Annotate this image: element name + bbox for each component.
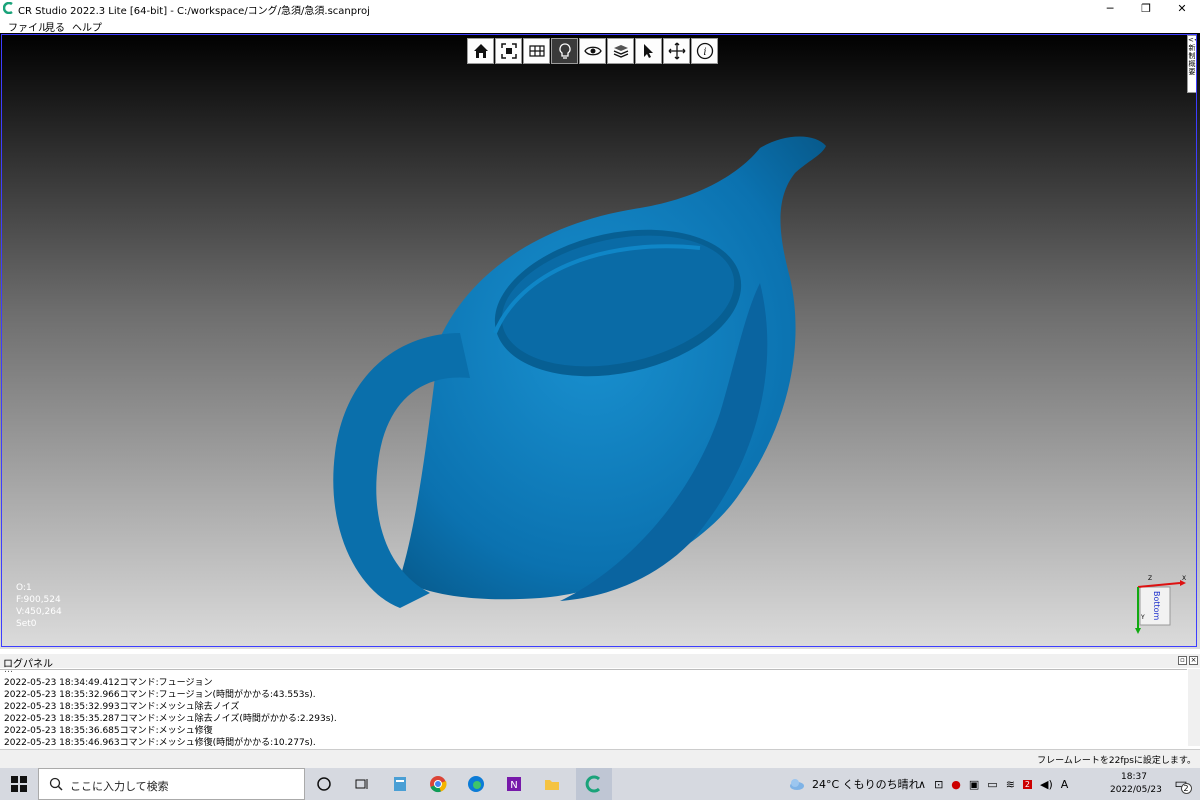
visibility-button[interactable] xyxy=(579,38,606,64)
eye-icon xyxy=(583,46,602,56)
select-cursor-icon xyxy=(643,44,653,58)
axis-x-label: X xyxy=(1182,575,1186,582)
menu-bar: ファイル 見る ヘルプ xyxy=(0,18,1200,34)
minimize-button[interactable]: ─ xyxy=(1092,0,1128,18)
ime-indicator[interactable]: A xyxy=(1061,778,1069,791)
edge-icon xyxy=(468,776,484,792)
mesh-stats: O:1 F:900,524 V:450,264 Set0 xyxy=(16,582,62,630)
start-button[interactable] xyxy=(0,768,38,800)
taskbar-app-onenote[interactable]: N xyxy=(496,768,532,800)
stat-objects: O:1 xyxy=(16,583,32,593)
battery-icon[interactable]: ▭ xyxy=(987,778,997,791)
weather-widget[interactable]: 24°C くもりのち晴れ xyxy=(788,768,920,800)
stat-set: Set0 xyxy=(16,619,37,629)
folder-icon xyxy=(545,780,559,790)
task-view-button[interactable] xyxy=(306,768,342,800)
taskbar-app-cr-studio[interactable] xyxy=(576,768,612,800)
menu-help[interactable]: ヘルプ xyxy=(72,19,102,34)
log-float-button[interactable]: ▫ xyxy=(1178,656,1187,665)
clock[interactable]: 18:37 2022/05/23 xyxy=(1110,771,1162,797)
app-badge-icon[interactable]: 2 xyxy=(1022,779,1033,789)
show-hidden-icons-chevron-icon[interactable]: ∧ xyxy=(918,778,926,791)
restore-icon: ❐ xyxy=(1141,2,1151,15)
log-line: 2022-05-23 18:35:46.963コマンド:メッシュ修復(時間がかか… xyxy=(4,738,316,747)
wifi-icon[interactable]: ≋ xyxy=(1006,778,1015,791)
weather-text: 24°C くもりのち晴れ xyxy=(812,778,920,791)
windows-taskbar: ここに入力して検索 N 24°C くもりのち晴れ ∧ ⊡ ● ▣ ▭ ≋ 2 ◀… xyxy=(0,768,1200,800)
grid-view-button[interactable] xyxy=(523,38,550,64)
notification-center-button[interactable]: ▭ 2 xyxy=(1166,768,1196,800)
menu-view[interactable]: 見る xyxy=(45,19,65,34)
3d-viewport[interactable]: i << 新 制 概 要 O:1 F:900,524 V:450,264 Set… xyxy=(0,33,1200,649)
svg-text:N: N xyxy=(510,780,517,791)
view-toolbar: i xyxy=(467,38,718,64)
task-view-toggle[interactable] xyxy=(344,768,380,800)
close-button[interactable]: ✕ xyxy=(1164,0,1200,18)
layers-icon xyxy=(613,45,628,58)
lighting-button[interactable] xyxy=(551,38,578,64)
home-button[interactable] xyxy=(467,38,494,64)
onenote-icon: N xyxy=(507,777,521,791)
cortana-circle-icon xyxy=(317,777,331,791)
orientation-gizmo[interactable]: Bottom X Y Z xyxy=(1130,573,1190,635)
status-bar: フレームレートを22fpsに設定します。 xyxy=(0,749,1200,768)
info-button[interactable]: i xyxy=(691,38,718,64)
task-view-icon xyxy=(355,779,368,789)
side-panel-tab[interactable]: << 新 制 概 要 xyxy=(1187,35,1200,93)
title-bar: CR Studio 2022.3 Lite [64-bit] - C:/work… xyxy=(0,0,1200,18)
stat-faces: F:900,524 xyxy=(16,595,61,605)
svg-text:i: i xyxy=(703,47,706,58)
fit-view-icon xyxy=(500,43,517,59)
meet-now-icon[interactable]: ⊡ xyxy=(934,778,943,791)
axis-y-label: Y xyxy=(1140,614,1145,621)
cr-studio-icon xyxy=(585,775,601,793)
select-button[interactable] xyxy=(635,38,662,64)
info-icon: i xyxy=(696,42,713,60)
security-alert-icon[interactable]: ● xyxy=(951,778,961,791)
log-scrollbar[interactable] xyxy=(1188,669,1200,746)
log-close-button[interactable]: × xyxy=(1189,656,1198,665)
volume-icon[interactable]: ◀) xyxy=(1040,778,1053,791)
close-icon: ✕ xyxy=(1177,2,1187,15)
clock-time: 18:37 xyxy=(1121,772,1147,782)
notification-icon: ▭ 2 xyxy=(1174,776,1192,794)
axis-face-label: Bottom xyxy=(1152,591,1161,621)
search-placeholder: ここに入力して検索 xyxy=(70,780,169,793)
home-icon xyxy=(473,44,488,58)
teapot-mesh xyxy=(333,136,826,608)
window-title: CR Studio 2022.3 Lite [64-bit] - C:/work… xyxy=(18,6,370,17)
move-icon xyxy=(668,42,685,60)
taskbar-app-notes[interactable] xyxy=(382,768,418,800)
axis-z-label: Z xyxy=(1148,575,1152,582)
log-list: … 2022-05-23 18:34:49.412コマンド:フュージョン 202… xyxy=(0,669,1187,747)
taskbar-app-explorer[interactable] xyxy=(534,768,570,800)
notification-count: 2 xyxy=(1180,783,1192,794)
status-message: フレームレートを22fpsに設定します。 xyxy=(1037,756,1196,766)
chrome-icon xyxy=(430,776,447,793)
taskbar-search[interactable]: ここに入力して検索 xyxy=(38,768,305,800)
light-bulb-icon xyxy=(558,43,571,59)
stat-vertices: V:450,264 xyxy=(16,607,62,617)
windows-logo-icon xyxy=(11,776,27,792)
taskbar-app-edge[interactable] xyxy=(458,768,494,800)
cloud-icon xyxy=(790,779,804,790)
taskbar-app-chrome[interactable] xyxy=(420,768,456,800)
minimize-icon: ─ xyxy=(1106,2,1114,15)
layers-button[interactable] xyxy=(607,38,634,64)
clock-date: 2022/05/23 xyxy=(1110,785,1162,795)
grid-view-icon xyxy=(528,45,545,57)
move-button[interactable] xyxy=(663,38,690,64)
system-tray: ∧ ⊡ ● ▣ ▭ ≋ 2 ◀) A xyxy=(918,768,1068,800)
display-icon[interactable]: ▣ xyxy=(969,778,979,791)
restore-button[interactable]: ❐ xyxy=(1128,0,1164,18)
menu-file[interactable]: ファイル xyxy=(8,19,48,34)
search-icon xyxy=(49,777,63,791)
fit-view-button[interactable] xyxy=(495,38,522,64)
log-panel-header: ログパネル ▫ × xyxy=(0,654,1200,670)
cr-studio-app-icon xyxy=(3,2,13,14)
log-panel-title: ログパネル xyxy=(3,659,53,670)
app-notepad-icon xyxy=(394,777,406,791)
